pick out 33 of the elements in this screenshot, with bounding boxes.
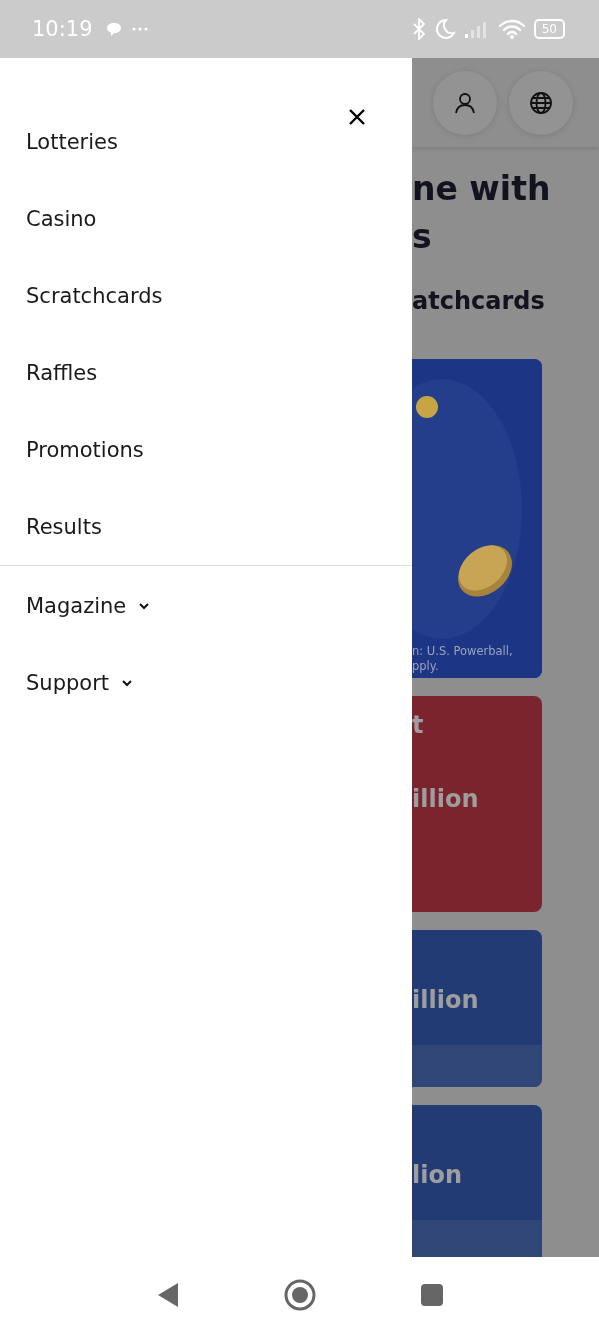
menu-item[interactable]: Support [26, 670, 109, 695]
page-heading: s [412, 216, 433, 258]
person-icon [453, 90, 477, 115]
bluetooth-icon [411, 18, 426, 40]
jackpot-text: illion [412, 985, 480, 1015]
disclaimer-text: n: U.S. Powerball, [412, 644, 514, 659]
menu-item[interactable]: Results [0, 488, 412, 565]
section-heading: atchcards [412, 287, 546, 315]
chevron-icon[interactable] [138, 601, 151, 610]
menu-item[interactable]: Magazine [26, 593, 127, 618]
menu-item[interactable]: Scratchcards [0, 257, 412, 334]
chat-bubble-icon [104, 21, 123, 37]
jackpot-text: lion [412, 1160, 464, 1190]
home-icon[interactable] [283, 1279, 316, 1311]
globe-icon [529, 90, 553, 115]
jackpot-text: illion [412, 784, 480, 814]
more-icon [130, 26, 149, 32]
chevron-icon[interactable] [121, 678, 133, 687]
wifi-icon [497, 18, 526, 40]
menu-item[interactable]: Promotions [0, 411, 412, 488]
game-card[interactable]: lion [412, 1105, 542, 1257]
game-card[interactable]: illion [412, 930, 542, 1087]
disclaimer-text: pply. [412, 659, 440, 674]
menu-item[interactable]: Raffles [0, 334, 412, 411]
game-card[interactable]: t illion [412, 696, 542, 912]
page-heading: ne with [412, 168, 552, 210]
menu-item[interactable]: Casino [0, 180, 412, 257]
close-button[interactable] [348, 108, 366, 126]
moon-icon [433, 18, 456, 40]
game-card[interactable]: n: U.S. Powerball, pply. [412, 359, 542, 678]
recents-icon[interactable] [419, 1283, 444, 1307]
menu-item[interactable]: Lotteries [0, 103, 412, 180]
jackpot-text: t [412, 710, 425, 740]
